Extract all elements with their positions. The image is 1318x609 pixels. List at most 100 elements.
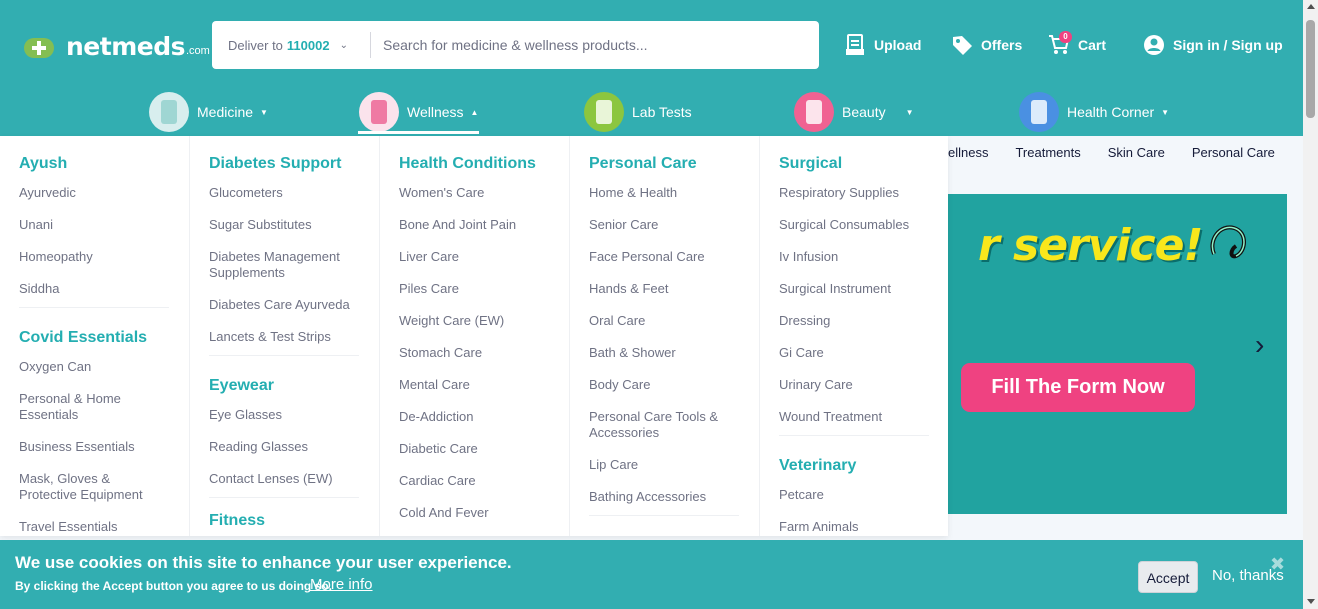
menu-heading-diabetes[interactable]: Diabetes Support xyxy=(209,155,341,173)
menu-item[interactable]: Travel Essentials xyxy=(19,519,118,535)
upload-prescription-icon xyxy=(846,34,864,55)
menu-item[interactable]: Cold And Fever xyxy=(399,505,489,521)
menu-item[interactable]: Mask, Gloves & Protective Equipment xyxy=(19,471,159,503)
menu-item[interactable]: Oxygen Can xyxy=(19,359,91,375)
menu-item[interactable]: Glucometers xyxy=(209,185,283,201)
menu-heading-veterinary[interactable]: Veterinary xyxy=(779,457,856,475)
menu-heading-health-conditions[interactable]: Health Conditions xyxy=(399,155,536,173)
scroll-down-arrow-icon[interactable] xyxy=(1307,599,1315,604)
upload-button[interactable]: Upload xyxy=(846,32,921,58)
menu-heading-fitness[interactable]: Fitness xyxy=(209,512,265,530)
menu-item[interactable]: Hands & Feet xyxy=(589,281,669,297)
signin-label: Sign in / Sign up xyxy=(1173,37,1283,53)
nav-lab-tests[interactable]: Lab Tests xyxy=(584,88,692,136)
nav-health-corner-label: Health Corner xyxy=(1067,104,1155,120)
wellness-icon xyxy=(359,92,399,132)
menu-item[interactable]: Liver Care xyxy=(399,249,459,265)
menu-item[interactable]: Stomach Care xyxy=(399,345,482,361)
menu-divider xyxy=(209,497,359,498)
nav-wellness[interactable]: Wellness ▲ xyxy=(359,88,478,136)
menu-item[interactable]: Farm Animals xyxy=(779,519,858,535)
menu-heading-covid[interactable]: Covid Essentials xyxy=(19,329,147,347)
fill-form-button[interactable]: Fill The Form Now xyxy=(961,363,1195,412)
menu-item[interactable]: Cardiac Care xyxy=(399,473,476,489)
scroll-thumb[interactable] xyxy=(1306,20,1315,118)
menu-item[interactable]: Diabetes Care Ayurveda xyxy=(209,297,350,313)
carousel-next-icon[interactable]: › xyxy=(1255,330,1273,360)
menu-item[interactable]: Home & Health xyxy=(589,185,677,201)
menu-item[interactable]: Ayurvedic xyxy=(19,185,76,201)
header-bar: netmeds .com Deliver to 110002 ⌄ Upload … xyxy=(0,0,1303,136)
menu-item[interactable]: Bathing Accessories xyxy=(589,489,706,505)
menu-column-2: Diabetes Support Glucometers Sugar Subst… xyxy=(190,136,380,536)
offers-button[interactable]: Offers xyxy=(952,32,1022,58)
menu-item[interactable]: Eye Glasses xyxy=(209,407,282,423)
accept-button[interactable]: Accept xyxy=(1138,561,1198,593)
secondary-tabs: ellness Treatments Skin Care Personal Ca… xyxy=(948,145,1302,160)
menu-item[interactable]: Respiratory Supplies xyxy=(779,185,899,201)
menu-divider xyxy=(209,355,359,356)
menu-item[interactable]: Bone And Joint Pain xyxy=(399,217,516,233)
menu-item[interactable]: Face Personal Care xyxy=(589,249,705,265)
cookie-subtitle: By clicking the Accept button you agree … xyxy=(15,579,332,593)
nav-health-corner[interactable]: Health Corner ▼ xyxy=(1019,88,1169,136)
tab-personal-care[interactable]: Personal Care xyxy=(1192,145,1275,160)
close-icon[interactable]: ✖ xyxy=(1270,555,1285,573)
menu-item[interactable]: Contact Lenses (EW) xyxy=(209,471,333,487)
signin-button[interactable]: Sign in / Sign up xyxy=(1143,32,1283,58)
cart-button[interactable]: 0 Cart xyxy=(1048,30,1106,58)
menu-item[interactable]: Diabetic Care xyxy=(399,441,478,457)
page-scrollbar[interactable] xyxy=(1303,0,1318,609)
menu-item[interactable]: Urinary Care xyxy=(779,377,853,393)
menu-heading-eyewear[interactable]: Eyewear xyxy=(209,377,274,395)
menu-heading-personal-care[interactable]: Personal Care xyxy=(589,155,697,173)
menu-item[interactable]: Surgical Consumables xyxy=(779,217,909,233)
menu-item[interactable]: Weight Care (EW) xyxy=(399,313,504,329)
menu-item[interactable]: Oral Care xyxy=(589,313,645,329)
scroll-up-arrow-icon[interactable] xyxy=(1307,4,1315,9)
cookie-title: We use cookies on this site to enhance y… xyxy=(15,553,512,572)
menu-item[interactable]: Dressing xyxy=(779,313,830,329)
menu-item[interactable]: Personal & Home Essentials xyxy=(19,391,149,423)
wellness-mega-menu: Ayush Ayurvedic Unani Homeopathy Siddha … xyxy=(0,136,948,536)
menu-heading-surgical[interactable]: Surgical xyxy=(779,155,842,173)
menu-item[interactable]: Lancets & Test Strips xyxy=(209,329,331,345)
menu-column-4: Personal Care Home & Health Senior Care … xyxy=(570,136,760,536)
menu-heading-ayush[interactable]: Ayush xyxy=(19,155,67,173)
promo-banner[interactable]: r service! Fill The Form Now xyxy=(948,194,1287,514)
menu-item[interactable]: Homeopathy xyxy=(19,249,93,265)
nav-medicine[interactable]: Medicine ▼ xyxy=(149,88,268,136)
chevron-down-icon: ▼ xyxy=(905,107,914,117)
menu-item[interactable]: Body Care xyxy=(589,377,650,393)
menu-item[interactable]: Unani xyxy=(19,217,53,233)
more-info-link[interactable]: More info xyxy=(310,576,373,593)
menu-item[interactable]: Siddha xyxy=(19,281,59,297)
menu-item[interactable]: Mental Care xyxy=(399,377,470,393)
tab-wellness[interactable]: ellness xyxy=(948,145,988,160)
medicine-icon xyxy=(149,92,189,132)
menu-item[interactable]: Iv Infusion xyxy=(779,249,838,265)
menu-item[interactable]: Diabetes Management Supplements xyxy=(209,249,349,281)
menu-item[interactable]: Surgical Instrument xyxy=(779,281,891,297)
menu-item[interactable]: Women's Care xyxy=(399,185,484,201)
menu-item[interactable]: Wound Treatment xyxy=(779,409,882,425)
menu-item[interactable]: Piles Care xyxy=(399,281,459,297)
netmeds-logo[interactable]: netmeds .com xyxy=(24,32,210,61)
menu-item[interactable]: Reading Glasses xyxy=(209,439,308,455)
menu-item[interactable]: Petcare xyxy=(779,487,824,503)
tab-skin-care[interactable]: Skin Care xyxy=(1108,145,1165,160)
search-input[interactable] xyxy=(371,37,801,53)
menu-item[interactable]: Gi Care xyxy=(779,345,824,361)
user-account-icon xyxy=(1144,35,1164,55)
menu-item[interactable]: Bath & Shower xyxy=(589,345,676,361)
menu-item[interactable]: Personal Care Tools & Accessories xyxy=(589,409,729,441)
banner-title: r service! xyxy=(978,220,1204,271)
menu-item[interactable]: Lip Care xyxy=(589,457,638,473)
deliver-to-selector[interactable]: Deliver to 110002 ⌄ xyxy=(212,32,371,58)
menu-item[interactable]: Sugar Substitutes xyxy=(209,217,312,233)
menu-item[interactable]: De-Addiction xyxy=(399,409,473,425)
menu-item[interactable]: Senior Care xyxy=(589,217,658,233)
nav-beauty[interactable]: Beauty ▼ xyxy=(794,88,914,136)
menu-item[interactable]: Business Essentials xyxy=(19,439,135,455)
tab-treatments[interactable]: Treatments xyxy=(1015,145,1080,160)
